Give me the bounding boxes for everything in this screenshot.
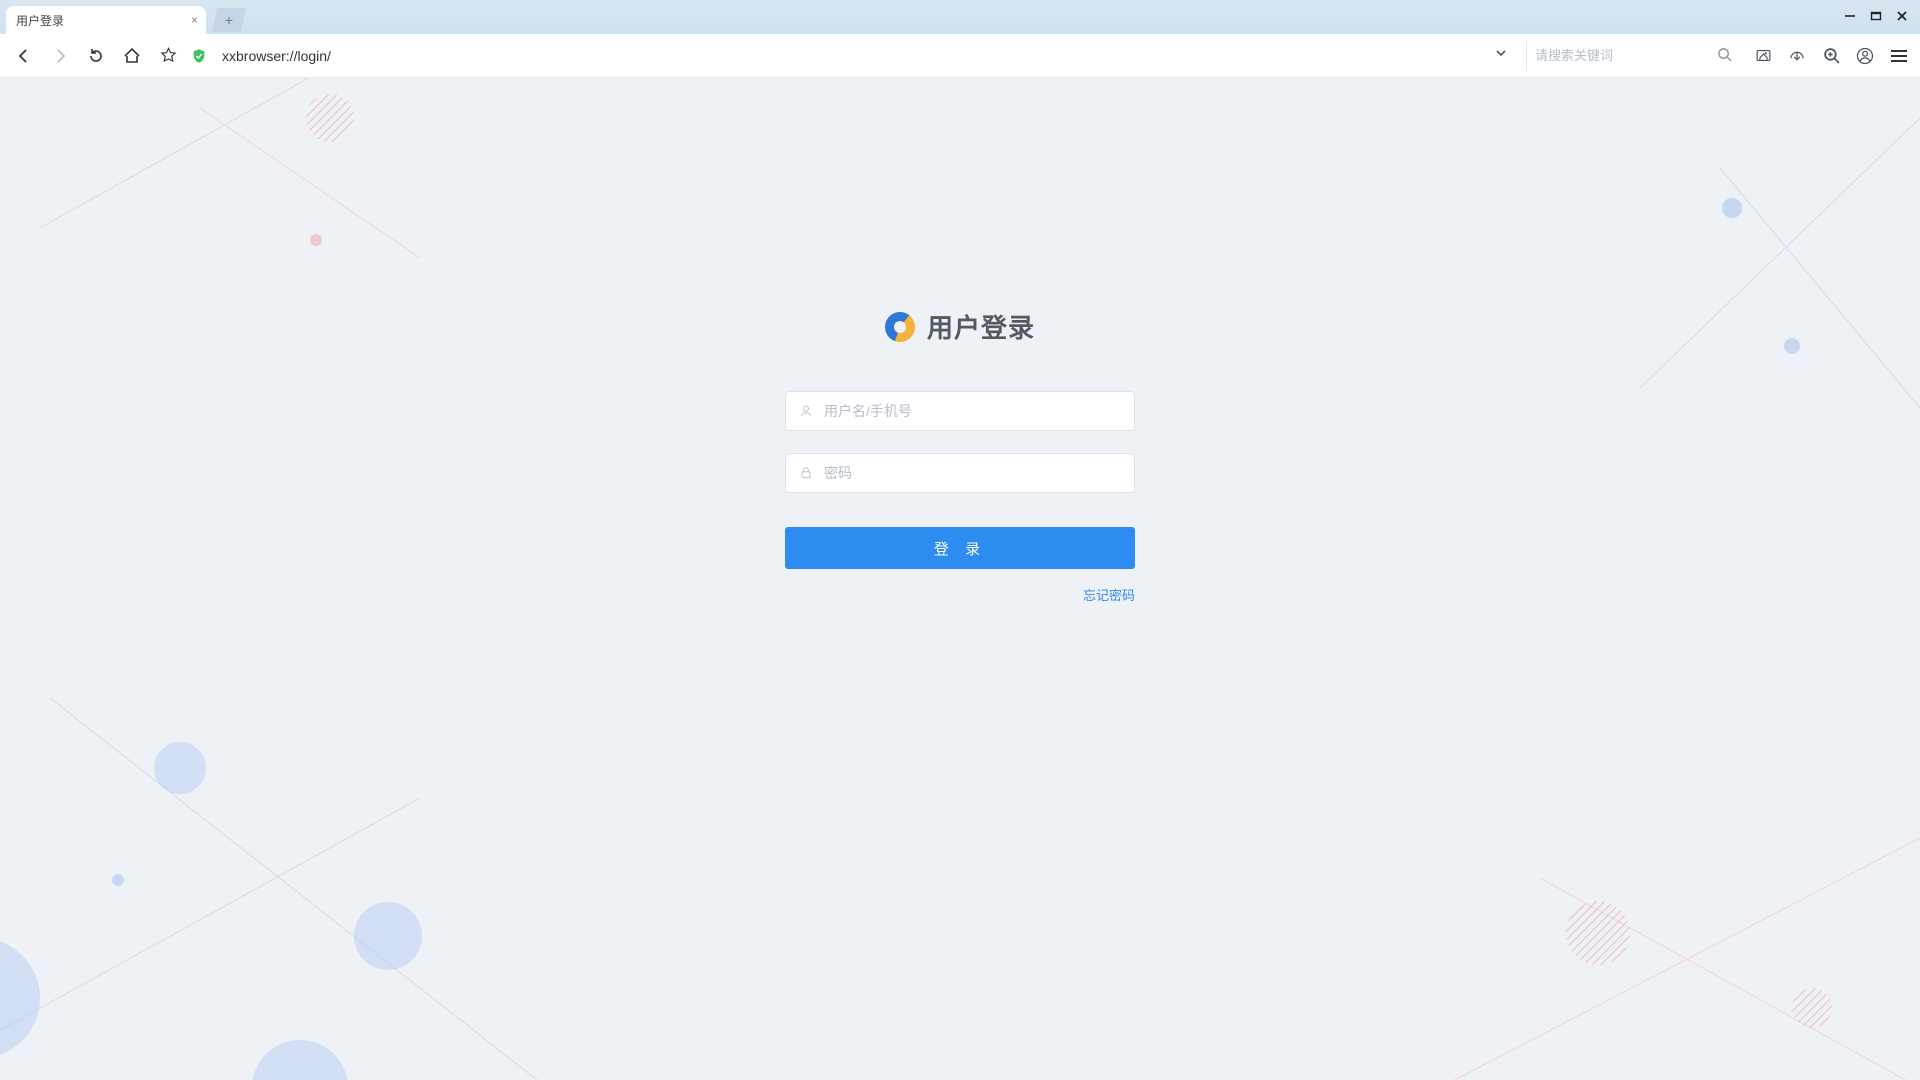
- download-icon[interactable]: [1786, 45, 1808, 67]
- toolbar-right-icons: [1744, 45, 1910, 67]
- password-field-wrapper[interactable]: [785, 453, 1135, 493]
- plus-icon: +: [225, 12, 233, 28]
- forgot-password-link[interactable]: 忘记密码: [1083, 588, 1135, 603]
- hamburger-icon: [1891, 50, 1907, 62]
- login-form: 用户登录 登 录 忘记密码: [785, 308, 1135, 605]
- account-icon[interactable]: [1854, 45, 1876, 67]
- new-tab-button[interactable]: +: [212, 8, 246, 32]
- login-submit-button[interactable]: 登 录: [785, 527, 1135, 569]
- screenshot-icon[interactable]: [1752, 45, 1774, 67]
- home-button[interactable]: [118, 42, 146, 70]
- menu-button[interactable]: [1888, 45, 1910, 67]
- tab-close-button[interactable]: ×: [191, 13, 198, 27]
- search-icon[interactable]: [1717, 47, 1732, 65]
- username-field-wrapper[interactable]: [785, 391, 1135, 431]
- window-maximize-button[interactable]: [1870, 10, 1882, 25]
- username-input[interactable]: [824, 403, 1122, 419]
- window-minimize-button[interactable]: [1844, 10, 1856, 25]
- browser-tab[interactable]: 用户登录 ×: [6, 6, 206, 34]
- page-viewport: 用户登录 登 录 忘记密码: [0, 78, 1920, 1080]
- tab-title: 用户登录: [16, 12, 64, 29]
- back-button[interactable]: [10, 42, 38, 70]
- app-logo-icon: [885, 312, 915, 342]
- url-dropdown-button[interactable]: [1491, 46, 1513, 65]
- login-header: 用户登录: [785, 308, 1135, 345]
- search-input[interactable]: [1535, 48, 1711, 63]
- bookmark-button[interactable]: [154, 42, 182, 70]
- window-controls: [1832, 0, 1920, 34]
- lock-icon: [798, 466, 814, 480]
- window-close-button[interactable]: [1896, 10, 1908, 25]
- address-bar[interactable]: [216, 46, 1518, 65]
- zoom-icon[interactable]: [1820, 45, 1842, 67]
- user-icon: [798, 404, 814, 418]
- url-input[interactable]: [222, 48, 1483, 64]
- forgot-row: 忘记密码: [785, 585, 1135, 605]
- browser-toolbar: [0, 34, 1920, 78]
- forward-button[interactable]: [46, 42, 74, 70]
- reload-button[interactable]: [82, 42, 110, 70]
- tab-strip: 用户登录 × +: [0, 0, 1920, 34]
- search-box[interactable]: [1526, 41, 1736, 71]
- password-input[interactable]: [824, 465, 1122, 481]
- security-shield-icon: [190, 47, 208, 65]
- login-title: 用户登录: [927, 308, 1035, 345]
